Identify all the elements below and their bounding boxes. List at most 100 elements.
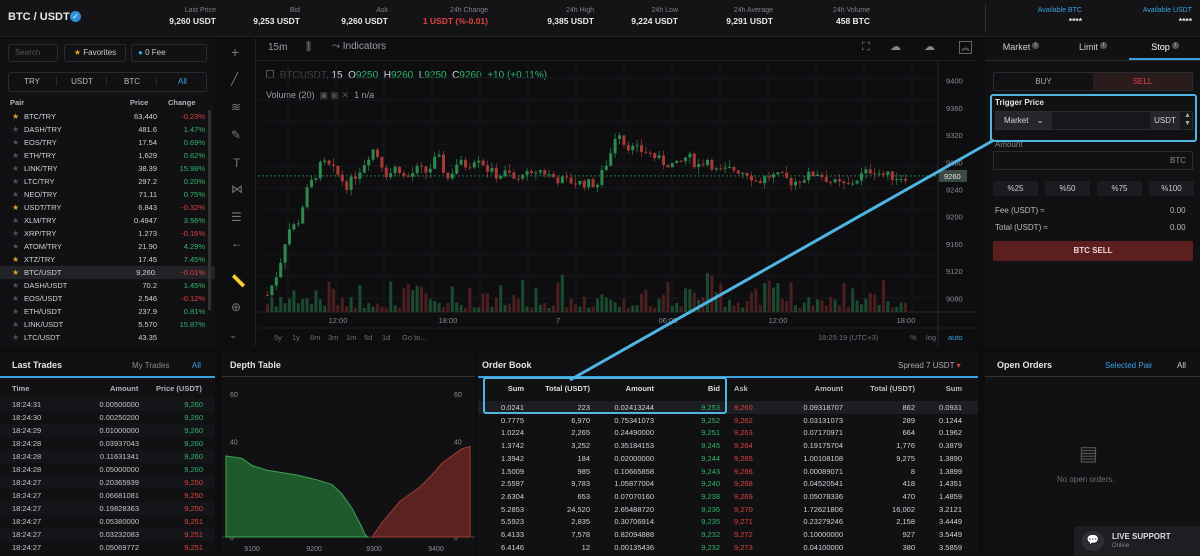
star-icon[interactable]: ★ bbox=[12, 177, 19, 186]
star-icon[interactable]: ★ bbox=[12, 268, 19, 277]
market-tab-btc[interactable]: BTC bbox=[108, 77, 157, 86]
star-icon[interactable]: ★ bbox=[12, 203, 19, 212]
star-icon[interactable]: ★ bbox=[12, 320, 19, 329]
star-icon[interactable]: ★ bbox=[12, 125, 19, 134]
range-5d[interactable]: 5d bbox=[364, 333, 372, 342]
market-row[interactable]: ★ LINK/TRY 38.39 15.98% bbox=[0, 162, 215, 175]
percent-2-button[interactable]: %75 bbox=[1097, 181, 1142, 196]
market-row[interactable]: ★ DASH/USDT 70.2 1.45% bbox=[0, 279, 215, 292]
star-icon[interactable]: ★ bbox=[12, 138, 19, 147]
order-book-row[interactable]: 1.0224 2,265 0.24490000 9,251 9,263 0.0717097… bbox=[478, 426, 978, 439]
market-row[interactable]: ★ XRP/TRY 1.273 -0.16% bbox=[0, 227, 215, 240]
zoom-icon[interactable]: ⊕ bbox=[231, 300, 241, 314]
star-icon[interactable]: ★ bbox=[12, 333, 19, 342]
fib-icon[interactable]: ≋ bbox=[231, 100, 241, 114]
star-icon[interactable]: ★ bbox=[12, 255, 19, 264]
star-icon[interactable]: ★ bbox=[12, 190, 19, 199]
market-row[interactable]: ★ EOS/USDT 2.546 -0.12% bbox=[0, 292, 215, 305]
brush-icon[interactable]: ✎ bbox=[231, 128, 241, 142]
fullscreen-icon[interactable]: ⛶ bbox=[862, 41, 870, 54]
star-icon[interactable]: ★ bbox=[12, 112, 19, 121]
order-tab-limit[interactable]: Limit i bbox=[1057, 42, 1129, 52]
market-row[interactable]: ★ LTC/TRY 297.2 0.20% bbox=[0, 175, 215, 188]
selected-pair-tab[interactable]: Selected Pair bbox=[1105, 361, 1153, 370]
my-trades-tab[interactable]: My Trades bbox=[132, 361, 169, 370]
market-row[interactable]: ★ DASH/TRY 481.6 1.47% bbox=[0, 123, 215, 136]
cloud-upload-icon[interactable]: ☁ bbox=[924, 40, 935, 53]
range-Go to...[interactable]: Go to... bbox=[402, 333, 427, 342]
order-book-row[interactable]: 1.3742 3,252 0.35184153 9,245 9,264 0.1917570… bbox=[478, 439, 978, 452]
market-row[interactable]: ★ BTC/TRY 63,440 -0.23% bbox=[0, 110, 215, 123]
spread-select[interactable]: Spread 7 USDT ▾ bbox=[898, 361, 961, 370]
order-book-row[interactable]: 2.6304 653 0.07070160 9,238 9,269 0.05078336 4… bbox=[478, 490, 978, 503]
percent-3-button[interactable]: %100 bbox=[1149, 181, 1194, 196]
zero-fee-button[interactable]: ● 0 Fee bbox=[131, 44, 207, 62]
star-icon[interactable]: ★ bbox=[12, 281, 19, 290]
order-book-row[interactable]: 1.5009 985 0.10665858 9,243 9,266 0.00089071 8… bbox=[478, 465, 978, 478]
live-support-widget[interactable]: 💬 LIVE SUPPORT Online bbox=[1074, 526, 1200, 556]
market-row[interactable]: ★ XLM/TRY 0.4947 3.56% bbox=[0, 214, 215, 227]
text-icon[interactable]: T bbox=[233, 156, 240, 170]
market-tab-all[interactable]: All bbox=[158, 77, 207, 86]
order-book-row[interactable]: 2.5597 9,783 1.05877004 9,240 9,268 0.0452054… bbox=[478, 477, 978, 490]
range-3m[interactable]: 3m bbox=[328, 333, 338, 342]
market-row[interactable]: ★ EOS/TRY 17.54 0.69% bbox=[0, 136, 215, 149]
market-row[interactable]: ★ ATOM/TRY 21.90 4.29% bbox=[0, 240, 215, 253]
depth-chart[interactable]: 606040402020009100920093009400 bbox=[222, 379, 475, 556]
star-icon[interactable]: ★ bbox=[12, 216, 19, 225]
order-book-row[interactable]: 0.7775 6,970 0.75341073 9,252 9,262 0.0313107… bbox=[478, 414, 978, 427]
measure-icon[interactable]: 📏 bbox=[231, 274, 246, 288]
order-book-row[interactable]: 5.5923 2,835 0.30706914 9,235 9,271 0.2327924… bbox=[478, 515, 978, 528]
order-book-row[interactable]: 5.2853 24,520 2.65488720 9,236 9,270 1.726218… bbox=[478, 503, 978, 516]
candle-type-icon[interactable]: ⫼ bbox=[306, 41, 311, 54]
market-tab-try[interactable]: TRY bbox=[8, 77, 57, 86]
buy-tab[interactable]: BUY bbox=[994, 73, 1093, 90]
star-icon[interactable]: ★ bbox=[12, 151, 19, 160]
range-6m[interactable]: 6m bbox=[310, 333, 320, 342]
col-change[interactable]: Change bbox=[168, 98, 196, 107]
star-icon[interactable]: ★ bbox=[12, 242, 19, 251]
market-row[interactable]: ★ BTC/USDT 9,260. -0.01% bbox=[0, 266, 215, 279]
range-1d[interactable]: 1d bbox=[382, 333, 390, 342]
order-book-row[interactable]: 1.3942 184 0.02000000 9,244 9,265 1.00108108 9… bbox=[478, 452, 978, 465]
star-icon[interactable]: ★ bbox=[12, 164, 19, 173]
pattern-icon[interactable]: ⋈ bbox=[231, 182, 243, 196]
all-trades-tab[interactable]: All bbox=[192, 361, 201, 370]
sell-tab[interactable]: SELL bbox=[1093, 73, 1192, 90]
star-icon[interactable]: ★ bbox=[12, 229, 19, 238]
collapse-up-icon[interactable]: ︽ bbox=[959, 41, 972, 54]
col-pair[interactable]: Pair bbox=[10, 98, 24, 107]
scrollbar[interactable] bbox=[208, 110, 211, 310]
market-tab-usdt[interactable]: USDT bbox=[58, 77, 107, 86]
order-tab-stop[interactable]: Stop i bbox=[1129, 42, 1200, 52]
all-orders-tab[interactable]: All bbox=[1177, 361, 1186, 370]
range-5y[interactable]: 5y bbox=[274, 333, 282, 342]
order-book-row[interactable]: 6.4133 7,578 0.82094888 9,232 9,272 0.1000000… bbox=[478, 528, 978, 541]
search-input[interactable]: Search bbox=[8, 44, 58, 62]
market-row[interactable]: ★ LTC/USDT 43.35 bbox=[0, 331, 215, 344]
price-chart[interactable]: 9400 9360 9320 9280 9240 9200 9160 9120 9080 9260… bbox=[258, 62, 978, 346]
ruler-lines-icon[interactable]: ☰ bbox=[231, 210, 242, 224]
collapse-toolbar-icon[interactable]: ⌄ bbox=[229, 330, 237, 341]
amount-input[interactable]: BTC bbox=[993, 151, 1193, 170]
percent-0-button[interactable]: %25 bbox=[993, 181, 1038, 196]
order-tab-market[interactable]: Market i bbox=[985, 42, 1057, 52]
market-row[interactable]: ★ USDT/TRY 6.843 -0.32% bbox=[0, 201, 215, 214]
back-arrow-icon[interactable]: ← bbox=[231, 236, 243, 250]
market-row[interactable]: ★ NEO/TRY 71.11 0.75% bbox=[0, 188, 215, 201]
star-icon[interactable]: ★ bbox=[12, 307, 19, 316]
market-row[interactable]: ★ XTZ/TRY 17.45 7.45% bbox=[0, 253, 215, 266]
pair-title[interactable]: BTC / USDT bbox=[8, 11, 70, 23]
percent-1-button[interactable]: %50 bbox=[1045, 181, 1090, 196]
crosshair-icon[interactable]: + bbox=[231, 44, 239, 60]
col-price[interactable]: Price bbox=[130, 98, 148, 107]
cloud-download-icon[interactable]: ☁ bbox=[890, 40, 901, 53]
order-book-row[interactable]: 6.4146 12 0.00135436 9,232 9,273 0.04100000 38… bbox=[478, 541, 978, 554]
range-1m[interactable]: 1m bbox=[346, 333, 356, 342]
indicators-button[interactable]: ⤳ Indicators bbox=[332, 41, 386, 52]
trendline-icon[interactable]: ╱ bbox=[231, 72, 238, 86]
timeframe-15m[interactable]: 15m bbox=[268, 42, 287, 53]
favorites-button[interactable]: ★ Favorites bbox=[64, 44, 126, 62]
star-icon[interactable]: ★ bbox=[12, 294, 19, 303]
market-row[interactable]: ★ LINK/USDT 5.570 15.87% bbox=[0, 318, 215, 331]
